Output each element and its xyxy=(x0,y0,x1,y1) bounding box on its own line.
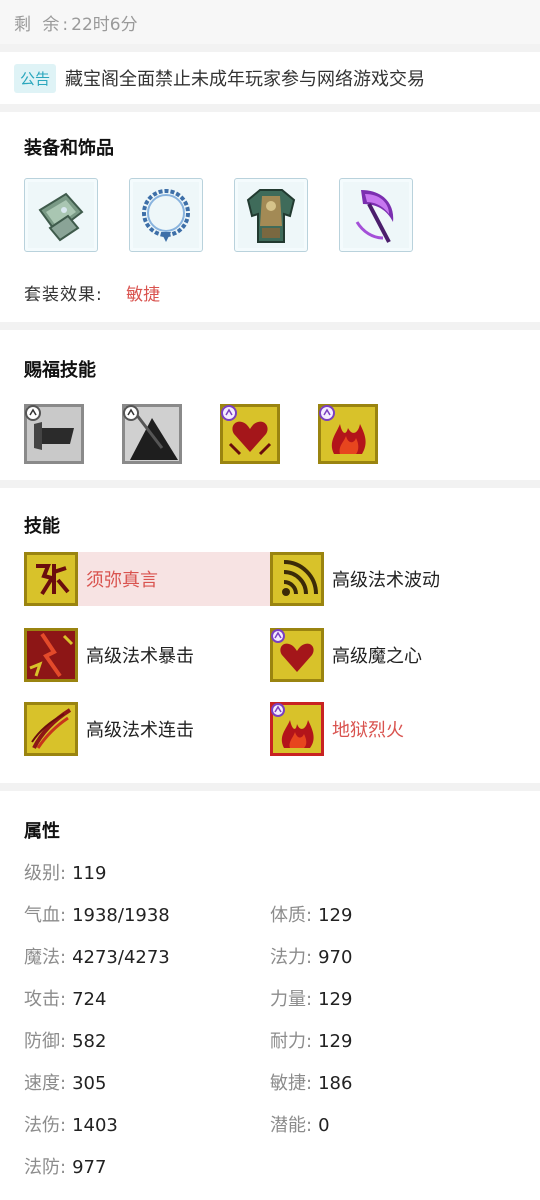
skill-name: 高级法术波动 xyxy=(332,570,440,591)
attr-label: 力量: xyxy=(270,989,313,1010)
attr-label: 体质: xyxy=(270,905,313,926)
scythe-weapon-icon xyxy=(343,182,409,248)
bracer-icon xyxy=(28,182,94,248)
hellfire-skill-icon xyxy=(270,702,324,756)
attr-value: 0 xyxy=(318,1115,330,1136)
attr-label: 速度: xyxy=(24,1073,67,1094)
skill-item[interactable]: 须弥真言 xyxy=(24,552,270,606)
skill-item[interactable]: 高级法术连击 xyxy=(24,702,270,756)
attr-label: 耐力: xyxy=(270,1031,313,1052)
blessing-slot-1[interactable] xyxy=(24,404,84,464)
crit-skill-icon xyxy=(24,628,78,682)
attr-magic-power: 法力: 970 xyxy=(270,943,352,969)
flame-blessing-icon xyxy=(318,404,378,464)
set-effect-row: 套装效果: 敏捷 xyxy=(24,280,160,305)
remaining-time-bar: 剩 余: 22时6分 xyxy=(0,0,540,44)
attr-speed: 速度: 305 xyxy=(24,1069,106,1095)
equipment-slot-armor[interactable] xyxy=(234,178,308,252)
blessing-section: 赐福技能 xyxy=(0,330,540,480)
attr-defense: 防御: 582 xyxy=(24,1027,106,1053)
blessing-slot-3[interactable] xyxy=(220,404,280,464)
skill-item[interactable]: 高级法术暴击 xyxy=(24,628,270,682)
attr-endurance: 耐力: 129 xyxy=(270,1027,352,1053)
wave-skill-icon xyxy=(270,552,324,606)
attr-hp: 气血: 1938/1938 xyxy=(24,901,170,927)
attr-value: 129 xyxy=(318,989,353,1010)
attr-value: 186 xyxy=(318,1073,353,1094)
attr-label: 气血: xyxy=(24,905,67,926)
attr-label: 潜能: xyxy=(270,1115,313,1136)
attr-value: 970 xyxy=(318,947,353,968)
skill-item[interactable]: 高级法术波动 xyxy=(270,552,516,606)
attributes-section: 属性 级别: 119 气血: 1938/1938 体质: 129 魔法: 4273/42… xyxy=(0,791,540,1200)
attr-attack: 攻击: 724 xyxy=(24,985,106,1011)
combo-skill-icon xyxy=(24,702,78,756)
attr-label: 敏捷: xyxy=(270,1073,313,1094)
blessing-slot-2[interactable] xyxy=(122,404,182,464)
notice-tag: 公告 xyxy=(14,63,57,93)
armor-icon xyxy=(238,182,304,248)
attr-magic-defense: 法防: 977 xyxy=(24,1153,106,1179)
attr-value: 724 xyxy=(72,989,107,1010)
skill-name: 高级法术暴击 xyxy=(86,646,194,667)
attr-value: 129 xyxy=(318,1031,353,1052)
skill-name: 高级魔之心 xyxy=(332,646,422,667)
necklace-icon xyxy=(133,182,199,248)
attr-constitution: 体质: 129 xyxy=(270,901,352,927)
attr-mp: 魔法: 4273/4273 xyxy=(24,943,170,969)
attr-value: 582 xyxy=(72,1031,107,1052)
equipment-slot-bracer[interactable] xyxy=(24,178,98,252)
attr-label: 法防: xyxy=(24,1157,67,1178)
attr-label: 防御: xyxy=(24,1031,67,1052)
equipment-list xyxy=(24,178,444,252)
notice-banner[interactable]: 公告 藏宝阁全面禁止未成年玩家参与网络游戏交易 xyxy=(0,52,540,104)
attr-label: 级别: xyxy=(24,863,67,884)
skill-name: 须弥真言 xyxy=(86,570,158,591)
blessing-slot-4[interactable] xyxy=(318,404,378,464)
attr-magic-damage: 法伤: 1403 xyxy=(24,1111,118,1137)
attributes-title: 属性 xyxy=(24,821,60,842)
notice-text: 藏宝阁全面禁止未成年玩家参与网络游戏交易 xyxy=(65,69,426,90)
attr-strength: 力量: 129 xyxy=(270,985,352,1011)
skills-title: 技能 xyxy=(24,516,60,537)
equipment-slot-necklace[interactable] xyxy=(129,178,203,252)
attr-label: 攻击: xyxy=(24,989,67,1010)
attr-value: 305 xyxy=(72,1073,107,1094)
attr-value: 1403 xyxy=(72,1115,118,1136)
attr-value: 1938/1938 xyxy=(72,905,170,926)
shadow-blessing-icon xyxy=(122,404,182,464)
attr-potential: 潜能: 0 xyxy=(270,1111,330,1137)
equipment-title: 装备和饰品 xyxy=(24,138,114,159)
skills-section: 技能 须弥真言 高级法术波动 高级法术暴击 高级魔之心 高级法术连击 地狱烈火 xyxy=(0,488,540,783)
attr-value: 129 xyxy=(318,905,353,926)
attr-label: 法力: xyxy=(270,947,313,968)
set-effect-value: 敏捷 xyxy=(126,285,161,305)
remaining-value: 22时6分 xyxy=(71,14,138,35)
set-effect-label: 套装效果: xyxy=(24,285,103,305)
attr-label: 法伤: xyxy=(24,1115,67,1136)
attr-value: 119 xyxy=(72,863,107,884)
attr-level: 级别: 119 xyxy=(24,859,106,885)
attr-agility: 敏捷: 186 xyxy=(270,1069,352,1095)
attr-value: 4273/4273 xyxy=(72,947,170,968)
equipment-section: 装备和饰品 套装效果: 敏捷 xyxy=(0,112,540,322)
skill-item[interactable]: 高级魔之心 xyxy=(270,628,516,682)
attr-label: 魔法: xyxy=(24,947,67,968)
rune-skill-icon xyxy=(24,552,78,606)
demon-heart-skill-icon xyxy=(270,628,324,682)
remaining-label: 剩 余: xyxy=(14,14,72,35)
skill-name: 高级法术连击 xyxy=(86,720,194,741)
demon-heart-blessing-icon xyxy=(220,404,280,464)
skill-name: 地狱烈火 xyxy=(332,720,404,741)
armor-blessing-icon xyxy=(24,404,84,464)
blessing-list xyxy=(24,404,416,464)
attr-value: 977 xyxy=(72,1157,107,1178)
blessing-title: 赐福技能 xyxy=(24,360,96,381)
skill-item[interactable]: 地狱烈火 xyxy=(270,702,516,756)
equipment-slot-weapon[interactable] xyxy=(339,178,413,252)
